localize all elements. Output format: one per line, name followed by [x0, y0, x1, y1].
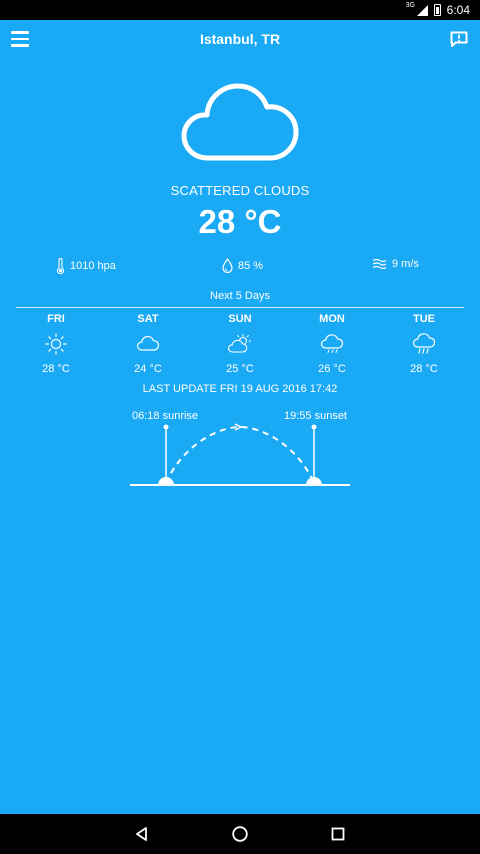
- day-temperature: 28 °C: [410, 363, 438, 375]
- pressure-value: 1010 hpa: [70, 260, 116, 272]
- sun-path-diagram: [128, 405, 352, 490]
- day-name: SAT: [137, 313, 159, 325]
- forecast-day-mon: MON 26 °C: [286, 313, 378, 375]
- current-temperature: 28 °C: [198, 203, 282, 240]
- rain-cloud-icon: [378, 331, 470, 357]
- day-temperature: 25 °C: [226, 363, 254, 375]
- divider: [16, 307, 464, 308]
- forecast-list: FRI 28 °C SAT 24 °C SUN 25 °C MON 26 °C …: [10, 313, 470, 375]
- recents-button[interactable]: [327, 823, 349, 845]
- home-icon: [232, 826, 248, 842]
- sun-icon: [10, 331, 102, 357]
- cloud-icon: [180, 80, 300, 170]
- forecast-day-fri: FRI 28 °C: [10, 313, 102, 375]
- app-bar: Istanbul, TR: [0, 20, 480, 60]
- wind-stat: 9 m/s: [372, 258, 419, 270]
- humidity-stat: 85 %: [222, 258, 263, 273]
- day-name: MON: [319, 313, 345, 325]
- back-button[interactable]: [131, 823, 153, 845]
- forecast-day-sat: SAT 24 °C: [102, 313, 194, 375]
- humidity-value: 85 %: [238, 259, 264, 272]
- forecast-day-sun: SUN 25 °C: [194, 313, 286, 375]
- battery-icon: [433, 4, 441, 16]
- wind-value: 9 m/s: [392, 258, 419, 270]
- day-name: SUN: [228, 313, 252, 325]
- back-icon: [136, 827, 147, 841]
- partly-cloudy-icon: [194, 331, 286, 357]
- network-type: 3G: [405, 1, 415, 9]
- cloud-icon: [286, 331, 378, 357]
- day-temperature: 28 °C: [42, 363, 70, 375]
- weather-condition: SCATTERED CLOUDS: [170, 183, 310, 198]
- home-button[interactable]: [229, 823, 251, 845]
- recents-icon: [331, 827, 345, 841]
- day-name: TUE: [413, 313, 435, 325]
- status-bar: 3G 6:04: [0, 0, 480, 20]
- day-temperature: 26 °C: [318, 363, 346, 375]
- wind-icon: [372, 258, 387, 270]
- location-title: Istanbul, TR: [199, 31, 281, 47]
- forecast-heading: Next 5 Days: [210, 290, 270, 302]
- day-temperature: 24 °C: [134, 363, 162, 375]
- feedback-icon: [450, 31, 468, 47]
- thermometer-icon: [56, 258, 65, 274]
- forecast-day-tue: TUE 28 °C: [378, 313, 470, 375]
- navigation-bar: [0, 814, 480, 854]
- feedback-button[interactable]: [450, 31, 468, 47]
- status-time: 6:04: [446, 3, 470, 17]
- droplet-icon: [222, 258, 233, 273]
- cloud-icon: [102, 331, 194, 357]
- weather-stats: 1010 hpa 85 % 9 m/s: [0, 258, 480, 276]
- last-update: LAST UPDATE FRI 19 AUG 2016 17:42: [142, 383, 338, 395]
- signal-icon: 3G: [406, 2, 428, 16]
- pressure-stat: 1010 hpa: [56, 258, 116, 274]
- day-name: FRI: [47, 313, 65, 325]
